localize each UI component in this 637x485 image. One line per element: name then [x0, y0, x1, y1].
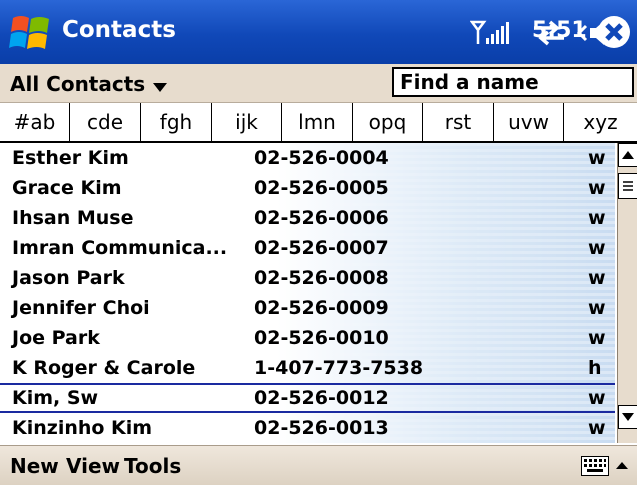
contact-phone-type: w: [588, 237, 606, 259]
contact-name: Esther Kim: [12, 147, 129, 169]
menu-new[interactable]: New: [10, 454, 59, 478]
contact-row-selected[interactable]: Kim, Sw 02-526-0012 w: [0, 383, 615, 413]
contact-name: Imran Communica...: [12, 237, 228, 259]
list-scrollbar[interactable]: [617, 143, 637, 443]
contact-phone: 02-526-0013: [254, 417, 389, 439]
tab-lmn[interactable]: lmn: [282, 103, 353, 141]
app-title: Contacts: [62, 17, 176, 43]
contact-phone: 02-526-0010: [254, 327, 389, 349]
contact-list[interactable]: Esther Kim 02-526-0004 w Grace Kim 02-52…: [0, 143, 615, 443]
alphabet-tabs: #ab cde fgh ijk lmn opq rst uvw xyz: [0, 103, 637, 143]
contact-phone: 02-526-0012: [254, 387, 389, 409]
chevron-up-icon[interactable]: [614, 458, 630, 474]
contact-row[interactable]: Jason Park 02-526-0008 w: [0, 263, 615, 293]
contact-name: Ihsan Muse: [12, 207, 134, 229]
contact-row[interactable]: Kinzinho Kim 02-526-0013 w: [0, 413, 615, 443]
scroll-down-button[interactable]: [618, 405, 637, 429]
filter-bar: All Contacts Find a name: [0, 64, 637, 103]
contact-phone-type: w: [588, 417, 606, 439]
contact-row[interactable]: Ihsan Muse 02-526-0006 w: [0, 203, 615, 233]
contact-phone-type: w: [588, 177, 606, 199]
windows-flag-icon[interactable]: [9, 12, 53, 54]
tab-cde[interactable]: cde: [70, 103, 141, 141]
tab-rst[interactable]: rst: [423, 103, 494, 141]
contact-phone-type: w: [588, 147, 606, 169]
keyboard-icon[interactable]: [581, 456, 609, 476]
contact-name: Kim, Sw: [12, 387, 99, 409]
contact-phone-type: w: [588, 387, 606, 409]
contact-phone-type: w: [588, 267, 606, 289]
menu-bar: New View Tools: [0, 445, 637, 485]
menu-tools[interactable]: Tools: [124, 454, 181, 478]
menu-view[interactable]: View: [66, 454, 120, 478]
contact-row[interactable]: Joe Park 02-526-0010 w: [0, 323, 615, 353]
contact-name: Jennifer Choi: [12, 297, 150, 319]
contact-name: Jason Park: [12, 267, 125, 289]
contact-name: Kinzinho Kim: [12, 417, 153, 439]
contact-name: Grace Kim: [12, 177, 122, 199]
title-bar: Contacts 5:51: [0, 0, 637, 64]
tab-uvw[interactable]: uvw: [494, 103, 564, 141]
tab-ab[interactable]: #ab: [0, 103, 70, 141]
scroll-thumb[interactable]: [618, 173, 637, 199]
clock[interactable]: 5:51: [532, 18, 587, 43]
signal-strength-icon[interactable]: [469, 18, 514, 48]
tab-ijk[interactable]: ijk: [212, 103, 282, 141]
contact-phone: 02-526-0009: [254, 297, 389, 319]
contact-phone: 02-526-0006: [254, 207, 389, 229]
tab-xyz[interactable]: xyz: [564, 103, 637, 141]
contact-phone: 1-407-773-7538: [254, 357, 424, 379]
contact-phone-type: h: [588, 357, 602, 379]
contact-name: Joe Park: [12, 327, 100, 349]
contact-name: K Roger & Carole: [12, 357, 196, 379]
contact-phone: 02-526-0008: [254, 267, 389, 289]
contact-row[interactable]: Jennifer Choi 02-526-0009 w: [0, 293, 615, 323]
scroll-up-button[interactable]: [618, 143, 637, 167]
contact-phone: 02-526-0005: [254, 177, 389, 199]
find-name-input[interactable]: Find a name: [392, 67, 634, 97]
contact-row[interactable]: K Roger & Carole 1-407-773-7538 h: [0, 353, 615, 383]
chevron-down-icon[interactable]: [153, 78, 167, 92]
contact-row[interactable]: Esther Kim 02-526-0004 w: [0, 143, 615, 173]
contact-phone-type: w: [588, 327, 606, 349]
tab-opq[interactable]: opq: [353, 103, 423, 141]
contact-row[interactable]: Grace Kim 02-526-0005 w: [0, 173, 615, 203]
tab-fgh[interactable]: fgh: [141, 103, 212, 141]
contact-phone: 02-526-0004: [254, 147, 389, 169]
contact-phone-type: w: [588, 297, 606, 319]
close-button[interactable]: [596, 14, 632, 50]
contact-phone: 02-526-0007: [254, 237, 389, 259]
contact-row[interactable]: Imran Communica... 02-526-0007 w: [0, 233, 615, 263]
contact-phone-type: w: [588, 207, 606, 229]
category-dropdown[interactable]: All Contacts: [10, 72, 145, 96]
